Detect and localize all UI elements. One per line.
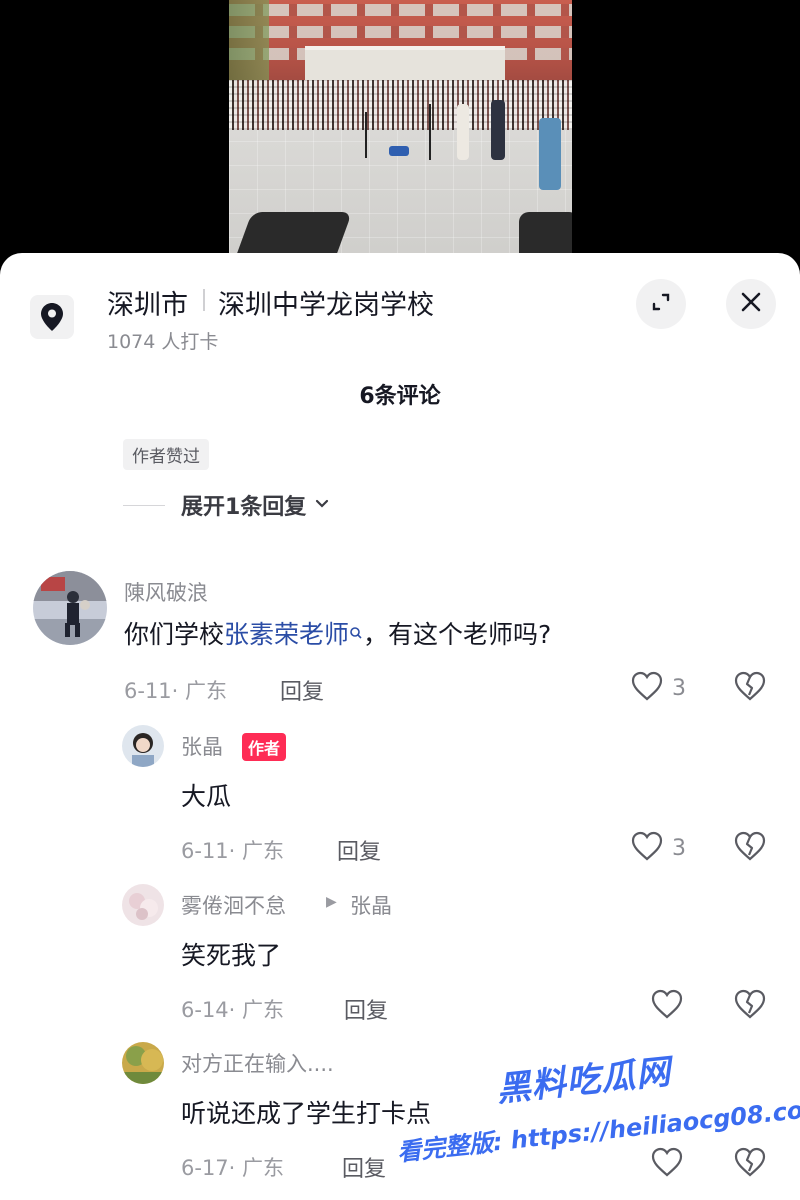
location-pin-icon xyxy=(30,295,74,339)
like-count: 3 xyxy=(672,835,686,861)
close-icon xyxy=(740,291,762,317)
broken-heart-icon[interactable] xyxy=(733,1146,767,1182)
like-button[interactable]: 3 xyxy=(630,830,686,866)
chevron-down-icon xyxy=(314,495,330,515)
comment-count-title: 6条评论 xyxy=(359,384,441,409)
avatar[interactable] xyxy=(122,725,164,767)
avatar[interactable] xyxy=(122,884,164,926)
person-image xyxy=(491,100,505,160)
expand-replies-button[interactable]: 展开1条回复 xyxy=(123,489,330,521)
expand-icon xyxy=(650,291,672,317)
author-badge: 作者 xyxy=(242,733,287,761)
school-building-image xyxy=(229,0,572,86)
like-button[interactable] xyxy=(650,988,684,1024)
like-button[interactable]: 3 xyxy=(630,670,686,706)
avatar[interactable] xyxy=(33,571,107,645)
bag-image xyxy=(389,146,409,156)
mention-link[interactable]: 张素荣老师 xyxy=(224,620,349,649)
expand-replies-label: 展开1条回复 xyxy=(181,495,307,520)
heart-icon xyxy=(650,988,684,1024)
tripod-image xyxy=(429,104,431,160)
play-triangle-icon: ▶ xyxy=(326,894,337,910)
location-header[interactable]: 深圳市 深圳中学龙岗学校 1074 人打卡 xyxy=(0,253,800,363)
search-small-icon xyxy=(349,617,363,646)
comment-item: 陳风破浪 你们学校张素荣老师 ，有这个老师吗? 6-11· 广东 回复 3 xyxy=(0,571,800,721)
reply-text: 笑死我了 xyxy=(181,941,282,970)
location-divider xyxy=(203,289,205,311)
broken-heart-icon[interactable] xyxy=(733,830,767,866)
broken-heart-icon[interactable] xyxy=(733,988,767,1024)
location-school[interactable]: 深圳中学龙岗学校 xyxy=(218,283,434,322)
reply-username[interactable]: 雾倦洄不怠 xyxy=(181,890,286,920)
reply-item: 雾倦洄不怠 ▶ 张晶 笑死我了 6-14· 广东 回复 xyxy=(0,884,800,1034)
comment-text: 你们学校张素荣老师 ，有这个老师吗? xyxy=(124,615,551,651)
reply-item: 对方正在输入.... 听说还成了学生打卡点 6-17· 广东 回复 xyxy=(0,1042,800,1200)
heart-icon xyxy=(630,830,664,866)
author-liked-tag: 作者赞过 xyxy=(123,439,209,470)
person-image xyxy=(539,118,561,190)
comment-meta: 6-11· 广东 xyxy=(124,679,228,703)
reply-meta: 6-14· 广东 xyxy=(181,998,285,1022)
comment-sheet: 深圳市 深圳中学龙岗学校 1074 人打卡 6条评论 作者赞过 展开1条回复 陳… xyxy=(0,253,800,1200)
reply-text: 大瓜 xyxy=(181,782,232,811)
reply-meta: 6-11· 广东 xyxy=(181,839,285,863)
checkin-count: 1074 人打卡 xyxy=(107,331,219,353)
reply-item: 张晶 作者 大瓜 6-11· 广东 回复 3 xyxy=(0,725,800,875)
reply-username[interactable]: 张晶 xyxy=(181,731,223,761)
heart-icon xyxy=(630,670,664,706)
reply-button[interactable]: 回复 xyxy=(337,834,381,866)
reply-button[interactable]: 回复 xyxy=(280,674,324,706)
expand-button[interactable] xyxy=(636,279,686,329)
video-thumbnail[interactable] xyxy=(229,0,572,262)
comment-text-suffix: ，有这个老师吗? xyxy=(363,620,552,649)
close-button[interactable] xyxy=(726,279,776,329)
reply-button[interactable]: 回复 xyxy=(344,993,388,1025)
like-count: 3 xyxy=(672,675,686,701)
reply-button[interactable]: 回复 xyxy=(342,1151,386,1183)
broken-heart-icon[interactable] xyxy=(733,670,767,706)
comment-text-prefix: 你们学校 xyxy=(124,620,225,649)
comment-username[interactable]: 陳风破浪 xyxy=(124,577,208,607)
divider-line xyxy=(123,504,165,506)
reply-text: 听说还成了学生打卡点 xyxy=(181,1099,432,1128)
reply-meta: 6-17· 广东 xyxy=(181,1156,285,1180)
reply-to-username[interactable]: 张晶 xyxy=(350,890,392,920)
heart-icon xyxy=(650,1146,684,1182)
person-image xyxy=(457,104,469,160)
location-city[interactable]: 深圳市 xyxy=(107,283,188,322)
tripod-image xyxy=(365,112,367,158)
reply-username[interactable]: 对方正在输入.... xyxy=(181,1048,334,1078)
like-button[interactable] xyxy=(650,1146,684,1182)
video-area[interactable] xyxy=(0,0,800,262)
avatar[interactable] xyxy=(122,1042,164,1084)
crowd-image xyxy=(229,80,572,130)
